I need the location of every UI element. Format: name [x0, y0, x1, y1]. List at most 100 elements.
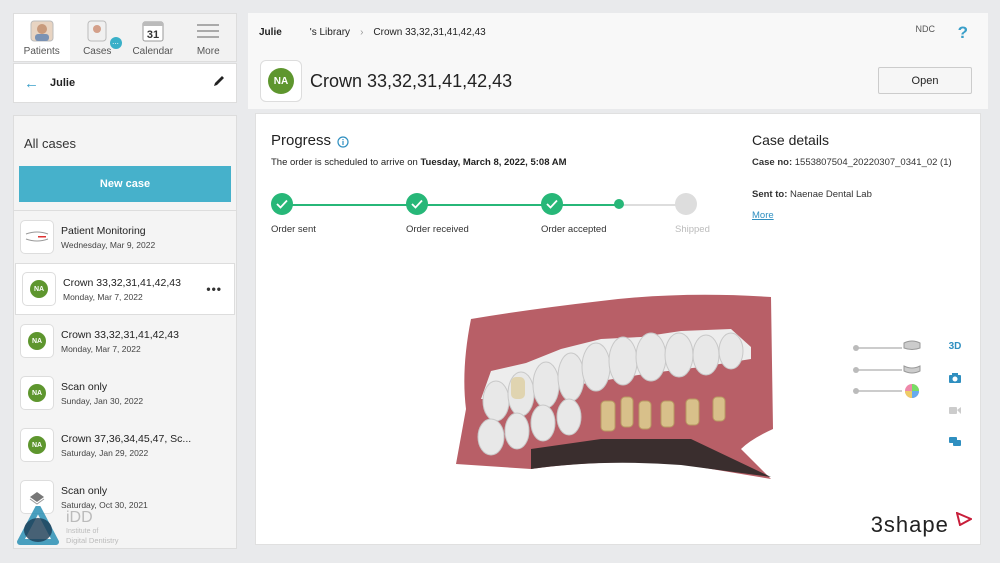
menu-icon	[195, 19, 221, 43]
case-no-label: Case no:	[752, 157, 793, 168]
monitoring-thumbnail	[20, 220, 54, 254]
sent-to: Sent to: Naenae Dental Lab	[752, 189, 872, 200]
case-list-item[interactable]: NA Scan only Sunday, Jan 30, 2022	[14, 367, 236, 419]
idd-watermark-logo: iDD Institute of Digital Dentistry	[16, 505, 136, 550]
cases-panel: All cases New case Patient Monitoring We…	[13, 115, 237, 549]
ellipsis-icon[interactable]: •••	[206, 282, 222, 296]
tab-calendar-label: Calendar	[132, 46, 174, 57]
case-name: Patient Monitoring	[61, 224, 146, 237]
viewer-controls: 3D	[853, 337, 966, 457]
page-title: Crown 33,32,31,41,42,43	[310, 71, 513, 91]
case-thumbnail: NA	[20, 428, 54, 462]
more-link[interactable]: More	[752, 210, 774, 221]
step-check-icon	[406, 193, 428, 215]
help-icon[interactable]: ?	[958, 23, 968, 43]
brand-text: 3shape	[870, 512, 949, 537]
lower-jaw-opacity-slider[interactable]	[853, 367, 902, 373]
step-label: Order received	[406, 224, 469, 235]
ndc-label: NDC	[915, 24, 936, 34]
tab-patients-label: Patients	[23, 46, 60, 57]
video-camera-icon[interactable]	[944, 401, 966, 419]
tab-patients[interactable]: Patients	[14, 14, 70, 61]
chevron-right-icon: ›	[360, 26, 364, 38]
case-avatar-large: NA	[260, 60, 302, 102]
step-check-icon	[541, 193, 563, 215]
svg-text:Institute of: Institute of	[66, 528, 98, 535]
dental-scan-3d-view[interactable]	[451, 289, 781, 489]
sent-to-value: Naenae Dental Lab	[790, 189, 872, 200]
open-button[interactable]: Open	[878, 67, 972, 94]
breadcrumb: Julie 's Library › Crown 33,32,31,41,42,…	[248, 13, 988, 51]
svg-text:31: 31	[147, 29, 159, 41]
avatar-initials: NA	[268, 68, 294, 94]
step-label: Order sent	[271, 224, 316, 235]
progress-tracker: Order sent Order received Order accepted…	[271, 193, 731, 243]
step-check-icon	[271, 193, 293, 215]
arrival-text: The order is scheduled to arrive on Tues…	[271, 157, 567, 168]
info-icon[interactable]	[337, 135, 349, 153]
case-list-item[interactable]: NA Crown 37,36,34,45,47, Sc... Saturday,…	[14, 419, 236, 471]
arrival-date: Tuesday, March 8, 2022, 5:08 AM	[420, 157, 567, 168]
progress-line-complete	[282, 204, 619, 206]
case-list-item-selected[interactable]: NA Crown 33,32,31,41,42,43 Monday, Mar 7…	[15, 263, 235, 315]
edit-pencil-icon[interactable]	[212, 74, 226, 93]
case-avatar: NA	[28, 436, 46, 454]
case-date: Monday, Mar 7, 2022	[61, 343, 141, 354]
step-pending-circle	[675, 193, 697, 215]
tab-cases[interactable]: ... Cases	[70, 14, 126, 61]
patient-name: Julie	[50, 77, 76, 89]
sent-to-label: Sent to:	[752, 189, 788, 200]
case-list-item[interactable]: Patient Monitoring Wednesday, Mar 9, 202…	[14, 211, 236, 263]
case-detail-card: Progress The order is scheduled to arriv…	[255, 113, 981, 545]
svg-text:iDD: iDD	[66, 509, 93, 526]
breadcrumb-library[interactable]: 's Library	[310, 27, 350, 38]
progress-current-dot	[614, 199, 624, 209]
case-no-value: 1553807504_20220307_0341_02 (1)	[794, 157, 952, 168]
3shape-logo: 3shape	[870, 511, 974, 538]
case-date: Saturday, Jan 29, 2022	[61, 447, 149, 458]
back-arrow-icon[interactable]: ←	[24, 75, 50, 92]
case-list-item[interactable]: NA Crown 33,32,31,41,42,43 Monday, Mar 7…	[14, 315, 236, 367]
tab-more[interactable]: More	[181, 14, 237, 61]
case-date: Wednesday, Mar 9, 2022	[61, 239, 156, 250]
case-thumbnail: NA	[20, 376, 54, 410]
slider-knob[interactable]	[853, 367, 859, 373]
tab-cases-label: Cases	[83, 46, 112, 57]
color-opacity-slider[interactable]	[853, 388, 902, 394]
case-date: Sunday, Jan 30, 2022	[61, 395, 144, 406]
camera-icon[interactable]	[944, 369, 966, 387]
tab-calendar[interactable]: 31 Calendar	[125, 14, 181, 61]
step-label: Order accepted	[541, 224, 607, 235]
case-number: Case no: 1553807504_20220307_0341_02 (1)	[752, 156, 962, 169]
case-name: Crown 37,36,34,45,47, Sc...	[61, 432, 192, 445]
color-wheel-icon	[904, 383, 920, 404]
case-title-row: NA Crown 33,32,31,41,42,43 Open	[248, 51, 988, 109]
lower-jaw-icon	[902, 361, 922, 380]
arrival-prefix: The order is scheduled to arrive on	[271, 157, 421, 168]
case-name: Crown 33,32,31,41,42,43	[61, 328, 179, 341]
main-nav-tabs: Patients ... Cases 31 Calendar More	[13, 13, 237, 62]
slider-knob[interactable]	[853, 388, 859, 394]
view-3d-button[interactable]: 3D	[944, 337, 966, 355]
chat-icon[interactable]	[944, 433, 966, 451]
new-case-button[interactable]: New case	[19, 166, 231, 202]
cases-panel-title: All cases	[24, 136, 77, 151]
case-avatar: NA	[30, 280, 48, 298]
progress-title: Progress	[271, 132, 332, 149]
svg-text:Digital Dentistry: Digital Dentistry	[66, 536, 119, 545]
case-list: Patient Monitoring Wednesday, Mar 9, 202…	[14, 210, 236, 523]
breadcrumb-owner[interactable]: Julie	[259, 27, 282, 38]
case-thumbnail: NA	[20, 324, 54, 358]
upper-jaw-icon	[902, 339, 922, 358]
slider-knob[interactable]	[853, 345, 859, 351]
case-thumbnail: NA	[22, 272, 56, 306]
upper-jaw-opacity-slider[interactable]	[853, 345, 902, 351]
case-avatar: NA	[28, 332, 46, 350]
patients-icon	[29, 19, 55, 43]
calendar-icon: 31	[140, 19, 166, 43]
case-details-title: Case details	[752, 132, 830, 148]
tab-more-label: More	[196, 46, 220, 57]
3shape-triangle-icon	[955, 511, 974, 527]
patient-header: ← Julie	[13, 63, 237, 103]
case-avatar: NA	[28, 384, 46, 402]
